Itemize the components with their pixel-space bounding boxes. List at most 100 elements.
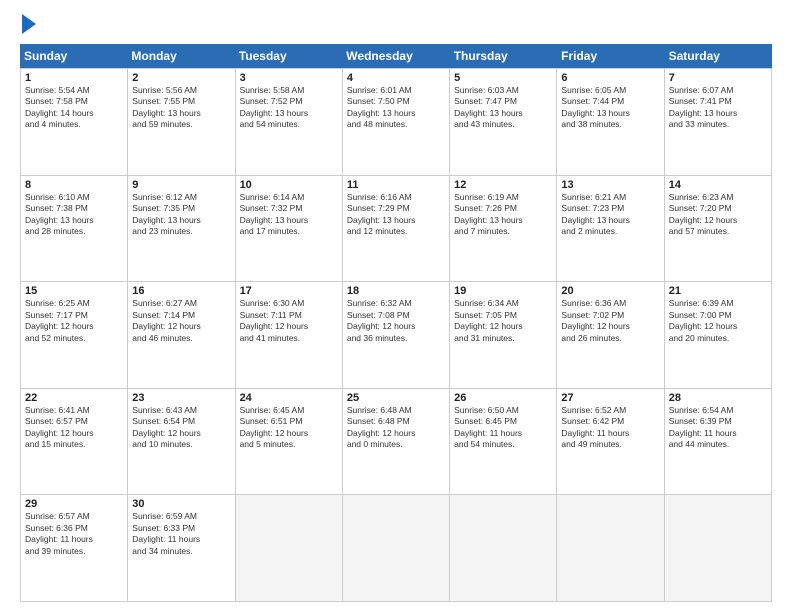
- cell-info-line: and 4 minutes.: [25, 119, 123, 130]
- cell-info-line: Daylight: 11 hours: [669, 428, 767, 439]
- calendar-cell: [665, 495, 772, 601]
- calendar-row-2: 8Sunrise: 6:10 AMSunset: 7:38 PMDaylight…: [21, 176, 772, 283]
- day-number: 22: [25, 392, 123, 404]
- cell-info-line: Daylight: 12 hours: [132, 428, 230, 439]
- cell-info-line: and 57 minutes.: [669, 226, 767, 237]
- cell-info-line: and 48 minutes.: [347, 119, 445, 130]
- calendar-cell: 27Sunrise: 6:52 AMSunset: 6:42 PMDayligh…: [557, 389, 664, 495]
- calendar-cell: 28Sunrise: 6:54 AMSunset: 6:39 PMDayligh…: [665, 389, 772, 495]
- calendar-cell: [557, 495, 664, 601]
- day-number: 25: [347, 392, 445, 404]
- cell-info-line: Sunrise: 6:10 AM: [25, 192, 123, 203]
- cell-info-line: Daylight: 13 hours: [25, 215, 123, 226]
- logo-text: [20, 16, 36, 34]
- cell-info-line: Daylight: 13 hours: [240, 215, 338, 226]
- cell-info-line: and 34 minutes.: [132, 546, 230, 557]
- cell-info-line: Sunset: 7:23 PM: [561, 203, 659, 214]
- day-number: 9: [132, 179, 230, 191]
- cell-info-line: Daylight: 11 hours: [454, 428, 552, 439]
- calendar-row-1: 1Sunrise: 5:54 AMSunset: 7:58 PMDaylight…: [21, 69, 772, 176]
- cell-info-line: Sunrise: 6:27 AM: [132, 298, 230, 309]
- day-number: 27: [561, 392, 659, 404]
- cell-info-line: Sunset: 6:54 PM: [132, 416, 230, 427]
- cell-info-line: Sunset: 7:58 PM: [25, 96, 123, 107]
- cell-info-line: Daylight: 12 hours: [240, 428, 338, 439]
- logo: [20, 16, 36, 34]
- cell-info-line: Sunrise: 6:03 AM: [454, 85, 552, 96]
- cell-info-line: Daylight: 12 hours: [132, 321, 230, 332]
- day-number: 23: [132, 392, 230, 404]
- calendar-cell: 14Sunrise: 6:23 AMSunset: 7:20 PMDayligh…: [665, 176, 772, 282]
- cell-info-line: and 33 minutes.: [669, 119, 767, 130]
- cell-info-line: Sunrise: 6:19 AM: [454, 192, 552, 203]
- cell-info-line: Daylight: 12 hours: [669, 321, 767, 332]
- calendar-cell: 3Sunrise: 5:58 AMSunset: 7:52 PMDaylight…: [236, 69, 343, 175]
- cell-info-line: Sunrise: 6:39 AM: [669, 298, 767, 309]
- cell-info-line: Sunrise: 6:05 AM: [561, 85, 659, 96]
- cell-info-line: Sunset: 7:44 PM: [561, 96, 659, 107]
- cell-info-line: Sunrise: 5:58 AM: [240, 85, 338, 96]
- cell-info-line: Daylight: 13 hours: [347, 108, 445, 119]
- calendar-cell: 8Sunrise: 6:10 AMSunset: 7:38 PMDaylight…: [21, 176, 128, 282]
- cell-info-line: Sunset: 7:08 PM: [347, 310, 445, 321]
- cell-info-line: and 38 minutes.: [561, 119, 659, 130]
- cell-info-line: Sunset: 7:41 PM: [669, 96, 767, 107]
- cell-info-line: Daylight: 12 hours: [25, 321, 123, 332]
- calendar-cell: 6Sunrise: 6:05 AMSunset: 7:44 PMDaylight…: [557, 69, 664, 175]
- cell-info-line: Daylight: 13 hours: [669, 108, 767, 119]
- page: SundayMondayTuesdayWednesdayThursdayFrid…: [0, 0, 792, 612]
- day-number: 24: [240, 392, 338, 404]
- calendar-cell: 4Sunrise: 6:01 AMSunset: 7:50 PMDaylight…: [343, 69, 450, 175]
- cell-info-line: Daylight: 12 hours: [669, 215, 767, 226]
- cell-info-line: and 43 minutes.: [454, 119, 552, 130]
- day-number: 14: [669, 179, 767, 191]
- cell-info-line: Daylight: 13 hours: [240, 108, 338, 119]
- cell-info-line: and 7 minutes.: [454, 226, 552, 237]
- cell-info-line: and 52 minutes.: [25, 333, 123, 344]
- day-number: 4: [347, 72, 445, 84]
- cell-info-line: Sunset: 7:38 PM: [25, 203, 123, 214]
- day-number: 8: [25, 179, 123, 191]
- calendar-cell: [450, 495, 557, 601]
- cell-info-line: Sunrise: 6:25 AM: [25, 298, 123, 309]
- cell-info-line: and 44 minutes.: [669, 439, 767, 450]
- calendar-cell: 29Sunrise: 6:57 AMSunset: 6:36 PMDayligh…: [21, 495, 128, 601]
- cell-info-line: Sunrise: 6:21 AM: [561, 192, 659, 203]
- cell-info-line: Sunset: 6:51 PM: [240, 416, 338, 427]
- day-number: 29: [25, 498, 123, 510]
- cell-info-line: Daylight: 13 hours: [132, 108, 230, 119]
- cell-info-line: Daylight: 13 hours: [454, 108, 552, 119]
- calendar-cell: 11Sunrise: 6:16 AMSunset: 7:29 PMDayligh…: [343, 176, 450, 282]
- cell-info-line: and 5 minutes.: [240, 439, 338, 450]
- cell-info-line: Sunset: 6:33 PM: [132, 523, 230, 534]
- calendar-row-5: 29Sunrise: 6:57 AMSunset: 6:36 PMDayligh…: [21, 495, 772, 602]
- weekday-header-tuesday: Tuesday: [235, 44, 342, 68]
- calendar-cell: 22Sunrise: 6:41 AMSunset: 6:57 PMDayligh…: [21, 389, 128, 495]
- cell-info-line: Sunset: 7:47 PM: [454, 96, 552, 107]
- cell-info-line: Daylight: 11 hours: [132, 534, 230, 545]
- calendar-cell: 17Sunrise: 6:30 AMSunset: 7:11 PMDayligh…: [236, 282, 343, 388]
- cell-info-line: Sunset: 6:42 PM: [561, 416, 659, 427]
- calendar-cell: 30Sunrise: 6:59 AMSunset: 6:33 PMDayligh…: [128, 495, 235, 601]
- cell-info-line: and 2 minutes.: [561, 226, 659, 237]
- weekday-header-sunday: Sunday: [20, 44, 127, 68]
- day-number: 15: [25, 285, 123, 297]
- cell-info-line: Sunrise: 6:16 AM: [347, 192, 445, 203]
- cell-info-line: Sunset: 7:02 PM: [561, 310, 659, 321]
- cell-info-line: and 0 minutes.: [347, 439, 445, 450]
- cell-info-line: Sunset: 7:50 PM: [347, 96, 445, 107]
- weekday-header-saturday: Saturday: [665, 44, 772, 68]
- cell-info-line: and 10 minutes.: [132, 439, 230, 450]
- cell-info-line: Daylight: 13 hours: [347, 215, 445, 226]
- cell-info-line: Sunrise: 5:56 AM: [132, 85, 230, 96]
- cell-info-line: Sunset: 6:57 PM: [25, 416, 123, 427]
- day-number: 28: [669, 392, 767, 404]
- cell-info-line: Daylight: 12 hours: [454, 321, 552, 332]
- calendar-cell: 19Sunrise: 6:34 AMSunset: 7:05 PMDayligh…: [450, 282, 557, 388]
- day-number: 7: [669, 72, 767, 84]
- calendar-cell: 25Sunrise: 6:48 AMSunset: 6:48 PMDayligh…: [343, 389, 450, 495]
- day-number: 13: [561, 179, 659, 191]
- cell-info-line: Daylight: 12 hours: [240, 321, 338, 332]
- cell-info-line: Sunrise: 6:30 AM: [240, 298, 338, 309]
- cell-info-line: Sunrise: 6:45 AM: [240, 405, 338, 416]
